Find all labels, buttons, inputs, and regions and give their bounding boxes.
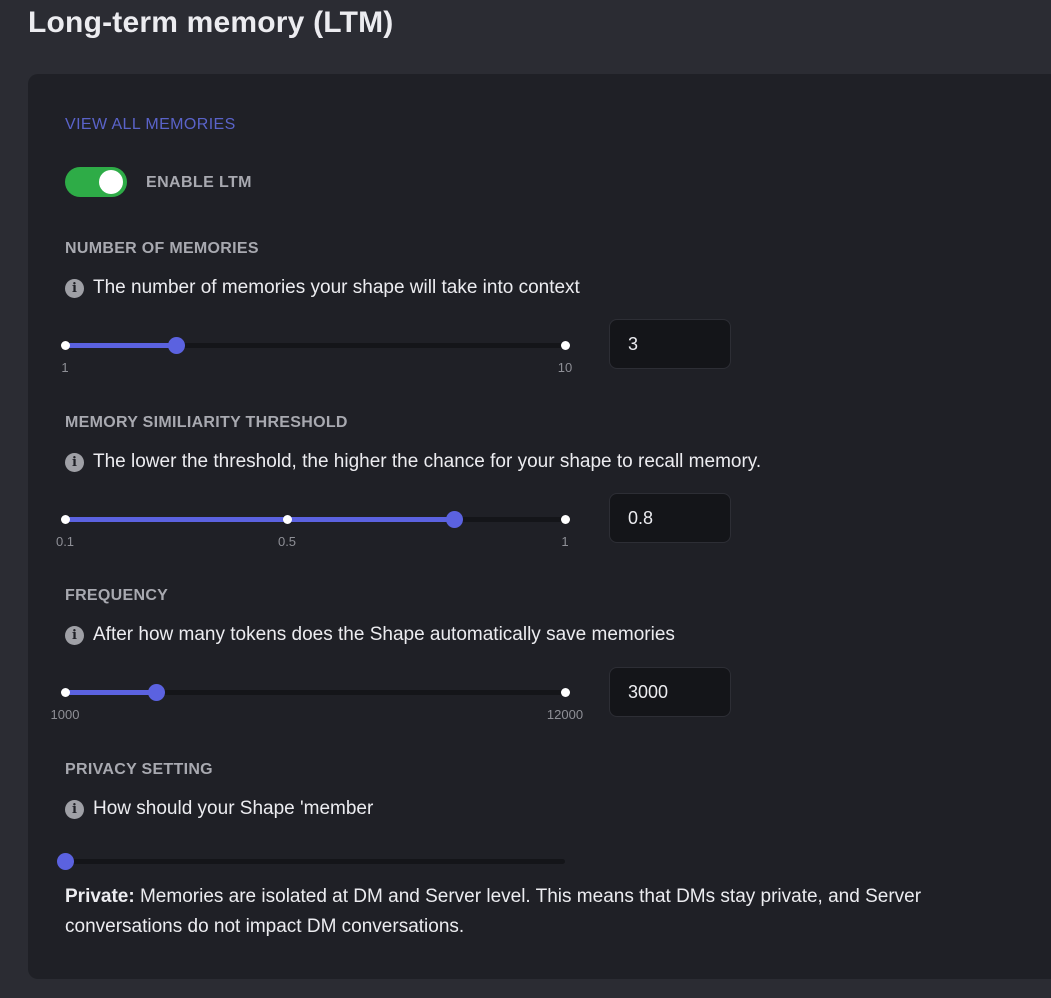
info-icon[interactable]: i [65, 799, 84, 819]
number-of-memories-description: i The number of memories your shape will… [65, 277, 580, 299]
info-icon[interactable]: i [65, 278, 84, 298]
slider-max-mark [561, 341, 570, 350]
ltm-settings-card: VIEW ALL MEMORIES ENABLE LTM NUMBER OF M… [28, 74, 1051, 979]
privacy-setting-label: PRIVACY SETTING [65, 761, 213, 778]
slider-thumb[interactable] [57, 853, 74, 870]
number-of-memories-slider[interactable]: 1 10 [61, 337, 572, 375]
slider-max-label: 12000 [546, 707, 584, 722]
slider-fill [65, 517, 454, 522]
privacy-setting-description: i How should your Shape 'member [65, 798, 373, 820]
slider-mid-label: 0.5 [277, 534, 297, 549]
privacy-mode-description: Memories are isolated at DM and Server l… [65, 886, 922, 937]
slider-mid-mark [283, 515, 292, 524]
slider-min-label: 0.1 [55, 534, 75, 549]
info-icon[interactable]: i [65, 452, 84, 472]
slider-min-mark [61, 341, 70, 350]
slider-max-mark [561, 515, 570, 524]
view-all-memories-link[interactable]: VIEW ALL MEMORIES [65, 116, 236, 134]
slider-min-label: 1 [61, 360, 69, 375]
number-of-memories-label: NUMBER OF MEMORIES [65, 240, 259, 257]
description-text: After how many tokens does the Shape aut… [93, 624, 675, 645]
slider-min-mark [61, 688, 70, 697]
slider-min-label: 1000 [50, 707, 80, 722]
toggle-knob [99, 170, 123, 194]
frequency-input[interactable] [609, 667, 731, 717]
page-title: Long-term memory (LTM) [28, 6, 394, 39]
info-icon[interactable]: i [65, 625, 84, 645]
slider-thumb[interactable] [168, 337, 186, 354]
slider-min-mark [61, 515, 70, 524]
slider-thumb[interactable] [445, 511, 463, 528]
privacy-mode-explanation: Private: Memories are isolated at DM and… [65, 882, 965, 942]
slider-fill [65, 690, 156, 695]
frequency-slider[interactable]: 1000 12000 [51, 684, 583, 722]
slider-max-label: 1 [561, 534, 569, 549]
frequency-description: i After how many tokens does the Shape a… [65, 624, 675, 646]
description-text: How should your Shape 'member [93, 798, 374, 819]
number-of-memories-input[interactable] [609, 319, 731, 369]
slider-max-mark [561, 688, 570, 697]
slider-fill [65, 343, 177, 348]
privacy-setting-slider[interactable] [57, 853, 565, 870]
frequency-label: FREQUENCY [65, 587, 169, 604]
similarity-threshold-description: i The lower the threshold, the higher th… [65, 451, 761, 473]
similarity-threshold-label: MEMORY SIMILIARITY THRESHOLD [65, 414, 348, 431]
similarity-threshold-input[interactable] [609, 493, 731, 543]
description-text: The number of memories your shape will t… [93, 277, 580, 298]
similarity-threshold-slider[interactable]: 0.1 0.5 1 [56, 511, 570, 549]
enable-ltm-label: ENABLE LTM [146, 174, 252, 191]
slider-max-label: 10 [557, 360, 573, 375]
enable-ltm-toggle[interactable] [65, 167, 127, 197]
privacy-mode-label: Private: [65, 886, 135, 907]
description-text: The lower the threshold, the higher the … [93, 451, 762, 472]
slider-thumb[interactable] [147, 684, 165, 701]
